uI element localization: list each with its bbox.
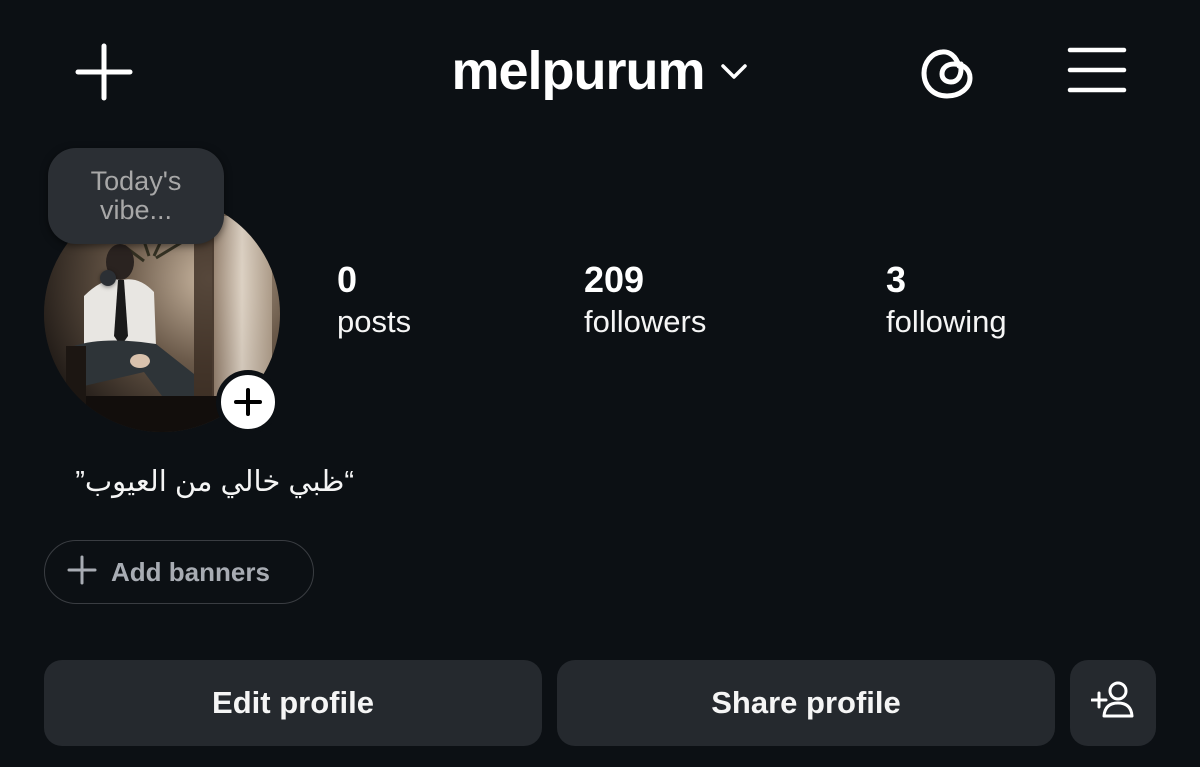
edit-profile-label: Edit profile [212, 685, 374, 720]
add-banners-button[interactable]: Add banners [44, 540, 314, 604]
followers-label: followers [584, 304, 707, 339]
discover-people-button[interactable] [1070, 660, 1156, 746]
note-bubble[interactable]: Today's vibe... [48, 148, 224, 244]
profile-screen: melpurum Today's vibe... 0 posts 209 fol… [0, 0, 1200, 767]
threads-icon[interactable] [918, 42, 978, 102]
stat-following[interactable]: 3 following [886, 258, 1007, 342]
note-text: Today's vibe... [90, 166, 182, 225]
stat-followers[interactable]: 209 followers [584, 258, 706, 342]
account-switcher[interactable]: melpurum [0, 38, 1200, 104]
share-profile-button[interactable]: Share profile [557, 660, 1055, 746]
username: melpurum [451, 41, 705, 101]
stat-posts[interactable]: 0 posts [337, 258, 411, 342]
plus-icon [67, 555, 97, 590]
posts-count: 0 [337, 259, 358, 300]
following-label: following [886, 304, 1007, 339]
edit-profile-button[interactable]: Edit profile [44, 660, 542, 746]
posts-label: posts [337, 304, 412, 339]
share-profile-label: Share profile [711, 685, 901, 720]
note-bubble-tail [100, 270, 116, 286]
followers-count: 209 [584, 259, 645, 300]
add-story-plus-icon[interactable] [216, 370, 280, 434]
following-count: 3 [886, 259, 907, 300]
hamburger-menu-icon[interactable] [1066, 44, 1128, 96]
add-banners-label: Add banners [111, 556, 270, 587]
chevron-down-icon [719, 56, 749, 86]
add-person-icon [1090, 679, 1135, 727]
profile-bio: “ظبي خالي من العيوب” [75, 466, 354, 498]
